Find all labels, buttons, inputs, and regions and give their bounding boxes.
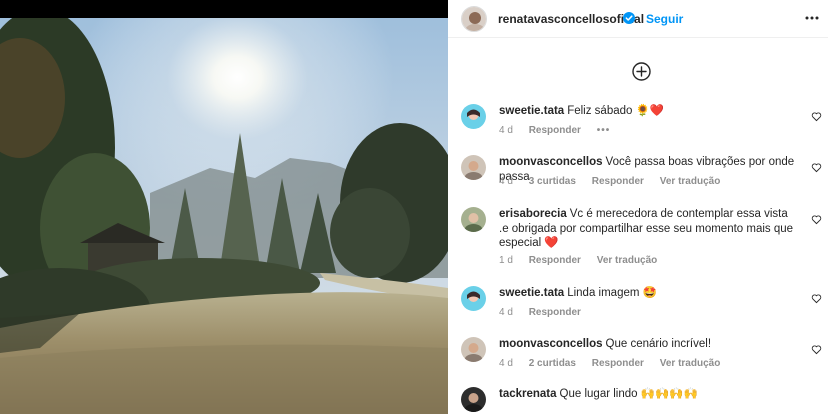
commenter-avatar[interactable] xyxy=(461,286,486,311)
see-translation-button[interactable]: Ver tradução xyxy=(660,176,721,187)
post-side-panel: renatavasconcellosoficial Seguir sweetie… xyxy=(448,0,828,414)
comment-body: Linda imagem 🤩 xyxy=(567,287,657,299)
likes-count[interactable]: 3 curtidas xyxy=(529,176,576,187)
commenter-avatar[interactable] xyxy=(461,337,486,362)
author-avatar[interactable] xyxy=(461,6,487,32)
post-image[interactable] xyxy=(0,18,448,414)
comment-meta: 4 d 2 curtidas Responder Ver tradução xyxy=(499,358,733,369)
comment-body: Que lugar lindo 🙌🙌🙌🙌 xyxy=(559,388,699,400)
comment-username[interactable]: tackrenata xyxy=(499,388,557,400)
comment-text: erisaborecia Vc é merecedora de contempla… xyxy=(499,207,799,251)
heart-outline-icon[interactable] xyxy=(811,344,822,355)
comment-time: 4 d xyxy=(499,125,513,136)
reply-button[interactable]: Responder xyxy=(529,125,581,136)
commenter-avatar[interactable] xyxy=(461,155,486,180)
comment-username[interactable]: moonvasconcellos xyxy=(499,156,603,168)
heart-outline-icon[interactable] xyxy=(811,162,822,173)
comment-text: tackrenata Que lugar lindo 🙌🙌🙌🙌 xyxy=(499,387,799,402)
comment-time: 4 d xyxy=(499,307,513,318)
reply-button[interactable]: Responder xyxy=(529,255,581,266)
comment-text: sweetie.tata Feliz sábado 🌻❤️ xyxy=(499,104,799,119)
reply-button[interactable]: Responder xyxy=(592,358,644,369)
follow-button[interactable]: Seguir xyxy=(646,12,683,26)
comment-meta: 4 d Responder ••• xyxy=(499,125,623,136)
more-options-icon[interactable] xyxy=(804,8,820,28)
comment-username[interactable]: sweetie.tata xyxy=(499,287,564,299)
see-translation-button[interactable]: Ver tradução xyxy=(660,358,721,369)
comment-meta: 4 d Responder xyxy=(499,307,594,318)
commenter-avatar[interactable] xyxy=(461,387,486,412)
post-header: renatavasconcellosoficial Seguir xyxy=(448,0,828,38)
comment-options-icon[interactable]: ••• xyxy=(597,125,611,136)
comment-username[interactable]: sweetie.tata xyxy=(499,105,564,117)
comment-time: 4 d xyxy=(499,358,513,369)
comment-body: Que cenário incrível! xyxy=(605,338,712,350)
comment-text: sweetie.tata Linda imagem 🤩 xyxy=(499,286,799,301)
add-comment-plus-icon[interactable] xyxy=(632,62,651,81)
reply-button[interactable]: Responder xyxy=(529,307,581,318)
comment-meta: 4 d 3 curtidas Responder Ver tradução xyxy=(499,176,733,187)
verified-badge-icon xyxy=(623,12,635,24)
commenter-avatar[interactable] xyxy=(461,104,486,129)
comment-time: 4 d xyxy=(499,176,513,187)
comment-username[interactable]: moonvasconcellos xyxy=(499,338,603,350)
comment-text: moonvasconcellos Que cenário incrível! xyxy=(499,337,799,352)
heart-outline-icon[interactable] xyxy=(811,214,822,225)
comment-username[interactable]: erisaborecia xyxy=(499,208,567,220)
comment-body: Feliz sábado 🌻❤️ xyxy=(567,105,665,117)
comment-meta: 1 d Responder Ver tradução xyxy=(499,255,670,266)
heart-outline-icon[interactable] xyxy=(811,293,822,304)
likes-count[interactable]: 2 curtidas xyxy=(529,358,576,369)
commenter-avatar[interactable] xyxy=(461,207,486,232)
heart-outline-icon[interactable] xyxy=(811,111,822,122)
see-translation-button[interactable]: Ver tradução xyxy=(597,255,658,266)
top-black-bar xyxy=(0,0,448,18)
comment-time: 1 d xyxy=(499,255,513,266)
reply-button[interactable]: Responder xyxy=(592,176,644,187)
landscape-photo xyxy=(0,18,448,414)
